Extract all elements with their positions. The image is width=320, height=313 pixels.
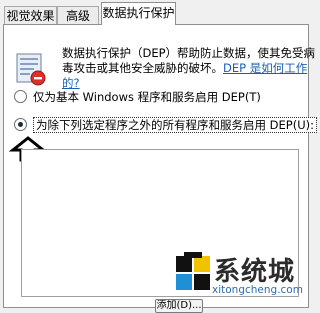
- add-button[interactable]: 添加(D)...: [155, 299, 203, 313]
- radio-all-except[interactable]: 为除下列选定程序之外的所有程序和服务启用 DEP(U):: [14, 116, 317, 134]
- tab-dep[interactable]: 数据执行保护: [101, 2, 176, 25]
- description-line-2: 毒攻击或其他安全威胁的破坏。DEP 是如何工作: [62, 61, 308, 75]
- watermark-brand: 系统城: [214, 257, 296, 287]
- radio-button-all-except[interactable]: [14, 118, 27, 131]
- tab-strip: 视觉效果 高级 数据执行保护: [0, 0, 312, 25]
- description-line-1: 数据执行保护（DEP）帮助防止数据，使其免受病: [62, 46, 316, 60]
- dep-shield-icon: [16, 53, 46, 86]
- xitongcheng-logo-icon: [176, 252, 210, 290]
- tab-visual-effects[interactable]: 视觉效果: [4, 6, 57, 24]
- dep-description: 数据执行保护（DEP）帮助防止数据，使其免受病 毒攻击或其他安全威胁的破坏。DE…: [62, 46, 316, 91]
- radio-essential-label: 仅为基本 Windows 程序和服务启用 DEP(T): [33, 90, 261, 104]
- tab-advanced[interactable]: 高级: [57, 6, 99, 24]
- radio-essential-only[interactable]: 仅为基本 Windows 程序和服务启用 DEP(T): [14, 88, 261, 106]
- dep-help-link[interactable]: DEP 是如何工作: [223, 61, 307, 75]
- radio-all-except-label: 为除下列选定程序之外的所有程序和服务启用 DEP(U):: [33, 117, 317, 133]
- watermark-url: xitongcheng.com: [212, 284, 303, 296]
- radio-button-essential[interactable]: [14, 90, 27, 103]
